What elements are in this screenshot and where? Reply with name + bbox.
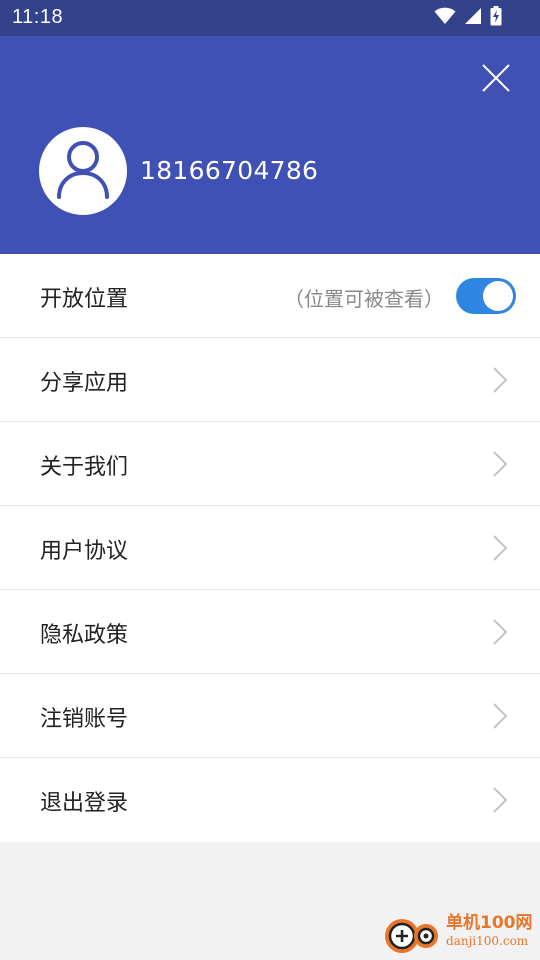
open-location-hint: （位置可被查看）: [284, 287, 444, 311]
open-location-toggle[interactable]: [456, 278, 516, 314]
chevron-right-icon: [493, 451, 508, 477]
watermark-url: danji100.com: [446, 934, 529, 948]
menu-item-about-us[interactable]: 关于我们: [0, 422, 540, 506]
battery-charging-icon: [490, 6, 502, 30]
toggle-knob: [483, 281, 513, 311]
menu-item-delete-account[interactable]: 注销账号: [0, 674, 540, 758]
screen: 11:18 18166704786 开放位置 （位置可被查看） 分享应用 关于我…: [0, 0, 540, 960]
open-location-label: 开放位置: [40, 287, 129, 312]
phone-number: 18166704786: [140, 156, 319, 185]
wifi-icon: [434, 7, 456, 29]
menu-item-privacy-policy[interactable]: 隐私政策: [0, 590, 540, 674]
menu-row-open-location: 开放位置 （位置可被查看）: [0, 254, 540, 338]
chevron-right-icon: [493, 535, 508, 561]
avatar[interactable]: [39, 127, 127, 215]
menu-item-label: 关于我们: [40, 455, 129, 480]
menu-item-label: 退出登录: [40, 791, 129, 816]
close-icon: [481, 63, 511, 97]
chevron-right-icon: [493, 367, 508, 393]
watermark-logo-icon: [382, 910, 444, 958]
status-time: 11:18: [12, 6, 64, 28]
chevron-right-icon: [493, 619, 508, 645]
cellular-signal-icon: [464, 7, 482, 29]
watermark-title: 单机100网: [446, 913, 533, 933]
profile-header: 18166704786: [0, 36, 540, 254]
menu-item-label: 注销账号: [40, 707, 129, 732]
chevron-right-icon: [493, 787, 508, 813]
menu-item-share-app[interactable]: 分享应用: [0, 338, 540, 422]
user-avatar-icon: [55, 139, 111, 203]
menu-item-label: 用户协议: [40, 539, 129, 564]
menu-item-logout[interactable]: 退出登录: [0, 758, 540, 842]
menu-item-label: 分享应用: [40, 371, 129, 396]
status-icons: [434, 6, 502, 30]
status-bar: 11:18: [0, 0, 540, 36]
watermark: 单机100网 danji100.com: [382, 902, 533, 958]
menu-item-user-agreement[interactable]: 用户协议: [0, 506, 540, 590]
chevron-right-icon: [493, 703, 508, 729]
close-button[interactable]: [476, 60, 516, 100]
menu-item-label: 隐私政策: [40, 623, 129, 648]
settings-menu: 开放位置 （位置可被查看） 分享应用 关于我们 用户协议 隐私政策 注销账号 退…: [0, 254, 540, 842]
